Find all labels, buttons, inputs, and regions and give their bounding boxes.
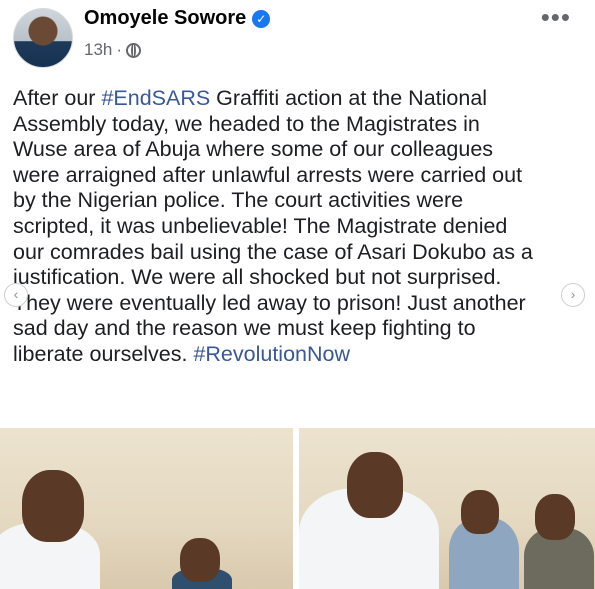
post-timestamp[interactable]: 13h: [84, 40, 112, 60]
post-text-segment: After our: [13, 86, 102, 110]
post-header: Omoyele Sowore ✓ 13h · •••: [0, 0, 595, 72]
meta-separator: ·: [116, 40, 123, 59]
post-photo-1[interactable]: [0, 428, 293, 589]
previous-arrow-icon[interactable]: ‹: [4, 283, 28, 307]
verified-badge-icon: ✓: [252, 9, 271, 28]
author-name-row: Omoyele Sowore ✓: [84, 7, 271, 30]
person-shape: [180, 538, 220, 582]
post-meta: 13h ·: [84, 40, 142, 60]
author-avatar[interactable]: [13, 8, 73, 68]
photo-grid: [0, 428, 595, 589]
hashtag-link[interactable]: #EndSARS: [101, 86, 210, 110]
globe-icon[interactable]: [126, 42, 142, 58]
post-text: After our #EndSARS Graffiti action at th…: [13, 86, 583, 368]
hashtag-link[interactable]: #RevolutionNow: [193, 342, 350, 366]
next-arrow-icon[interactable]: ›: [561, 283, 585, 307]
post-photo-2[interactable]: [299, 428, 595, 589]
post-text-segment: Graffiti action at the National Assembly…: [13, 86, 533, 366]
person-shape: [22, 470, 84, 542]
more-options-icon[interactable]: •••: [541, 2, 571, 33]
person-shape: [347, 452, 403, 518]
author-name[interactable]: Omoyele Sowore: [84, 7, 246, 30]
person-shape: [535, 494, 575, 540]
person-shape: [461, 490, 499, 534]
